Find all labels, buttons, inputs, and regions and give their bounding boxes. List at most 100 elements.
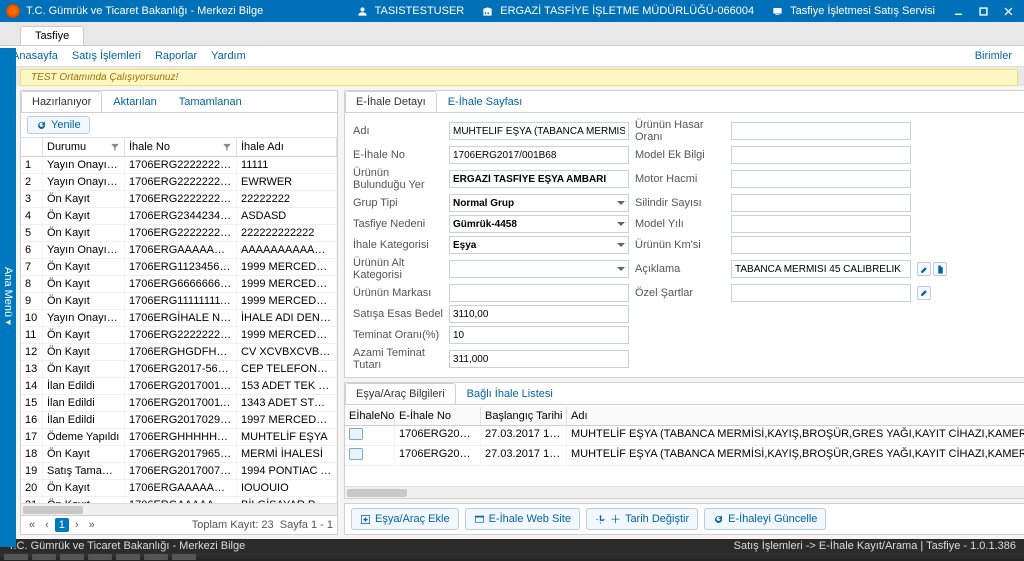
table-row[interactable]: 4Ön Kayıt1706ERG23442342330ASDASD (21, 208, 337, 225)
sub-table-row[interactable]: 1706ERG2017/001A6727.03.2017 16:30:55MUH… (345, 446, 1024, 466)
menu-satis-islemleri[interactable]: Satış İşlemleri (72, 50, 141, 62)
table-row[interactable]: 19Satış Tamamlandı1706ERG20170074B581994… (21, 463, 337, 480)
cell-adi: MUHTELİF EŞYA (TABANCA MERMİSİ,KAYIŞ,BRO… (567, 426, 1024, 445)
select-alt-kategori[interactable] (449, 260, 629, 278)
minimize-button[interactable] (949, 6, 968, 17)
maximize-button[interactable] (974, 6, 993, 17)
col-ihale-no[interactable]: İhale No (125, 138, 237, 156)
field-km[interactable] (731, 236, 911, 254)
table-row[interactable]: 14İlan Edildi1706ERG20170010A57153 ADET … (21, 378, 337, 395)
btn-esya-arac-ekle[interactable]: Eşya/Araç Ekle (351, 508, 459, 530)
tab-eihale-detayi[interactable]: E-İhale Detayı (345, 91, 437, 112)
menu-anasayfa[interactable]: Anasayfa (12, 50, 58, 62)
sub-col-adi[interactable]: Adı (567, 407, 1024, 425)
table-row[interactable]: 9Ön Kayıt1706ERG111111111371999 MERCEDES… (21, 293, 337, 310)
tab-eihale-sayfasi[interactable]: E-İhale Sayfası (437, 91, 534, 112)
edit-aciklama-button[interactable] (917, 262, 931, 276)
table-row[interactable]: 7Ön Kayıt1706ERG112345678271999 MERCEDES… (21, 259, 337, 276)
table-row[interactable]: 11Ön Kayıt1706ERG222222222471999 MERCEDE… (21, 327, 337, 344)
btn-tarih-degistir[interactable]: ＋ Tarih Değiştir (586, 508, 698, 530)
table-row[interactable]: 3Ön Kayıt1706ERG2222222223122222222 (21, 191, 337, 208)
field-marka[interactable] (449, 284, 629, 302)
cell-baslangic: 27.03.2017 17:41:13 (481, 426, 567, 445)
table-row[interactable]: 10Yayın Onayı Verilmedi1706ERGİHALE NUM3… (21, 310, 337, 327)
table-row[interactable]: 17Ödeme Yapıldı1706ERGHHHHHHHH53MUHTELİF… (21, 429, 337, 446)
cell-eihale-no: 1706ERG2017/001A67 (395, 446, 481, 465)
btn-eihale-web[interactable]: E-İhale Web Site (465, 508, 580, 530)
field-azami-teminat[interactable] (449, 350, 629, 368)
subtab-tamamlanan[interactable]: Tamamlanan (168, 91, 253, 112)
lbl-hasar: Ürünün Hasar Oranı (635, 119, 725, 143)
cell-icon[interactable] (345, 446, 395, 465)
table-row[interactable]: 20Ön Kayıt1706ERGAAAAAAAA63IOUOUIO (21, 480, 337, 497)
pager[interactable]: «‹1›» (25, 518, 99, 532)
os-taskbar[interactable] (0, 553, 1024, 561)
sub-h-scrollbar[interactable] (345, 486, 1024, 498)
table-row[interactable]: 1Yayın Onayı Bekliyor1706ERG222222222341… (21, 157, 337, 174)
table-row[interactable]: 6Yayın Onayı Bekliyor1706ERGAAAAAAAAA28A… (21, 242, 337, 259)
ihale-grid-body[interactable]: 1Yayın Onayı Bekliyor1706ERG222222222341… (21, 157, 337, 503)
cell-durumu: Yayın Onayı Verilmedi (43, 310, 125, 326)
field-satisa-esas[interactable] (449, 305, 629, 323)
user-chip[interactable]: TASISTESTUSER (353, 5, 473, 17)
field-motor-hacmi[interactable] (731, 170, 911, 188)
select-tasfiye-nedeni[interactable]: Gümrük-4458 (449, 215, 629, 233)
edit-ozel-sartlar-button[interactable] (917, 286, 931, 300)
cell-icon[interactable] (345, 426, 395, 445)
table-row[interactable]: 15İlan Edildi1706ERG20170011A561343 ADET… (21, 395, 337, 412)
field-silindir[interactable] (731, 194, 911, 212)
btn-eihale-guncelle[interactable]: E-İhaleyi Güncelle (704, 508, 826, 530)
table-row[interactable]: 12Ön Kayıt1706ERGHGDFHFGHH46CV XCVBXCVBX… (21, 344, 337, 361)
lbl-model-yili: Model Yılı (635, 218, 725, 230)
field-yer[interactable] (449, 170, 629, 188)
close-button[interactable] (999, 6, 1018, 17)
sub-grid-body[interactable]: 1706ERG2017/001B6827.03.2017 17:41:13MUH… (345, 426, 1024, 486)
sub-table-row[interactable]: 1706ERG2017/001B6827.03.2017 17:41:13MUH… (345, 426, 1024, 446)
field-adi[interactable] (449, 122, 629, 140)
table-row[interactable]: 18Ön Kayıt1706ERG2017965AA59MERMİ İHALES… (21, 446, 337, 463)
h-scrollbar[interactable] (21, 503, 337, 515)
org-chip[interactable]: ERGAZİ TASFİYE İŞLETME MÜDÜRLÜĞÜ-066004 (478, 5, 762, 17)
sub-col-eihale-no[interactable]: E-İhale No (395, 407, 481, 425)
refresh-button[interactable]: Yenile (27, 116, 90, 134)
cell-durumu: Ön Kayıt (43, 259, 125, 275)
filter-icon[interactable] (222, 142, 232, 152)
lbl-yer: Ürünün Bulunduğu Yer (353, 167, 443, 191)
subtab-hazirlaniyor[interactable]: Hazırlanıyor (21, 91, 102, 112)
left-rail-ana-menu[interactable]: Ana Menü ◂ (0, 48, 16, 547)
field-model-yili[interactable] (731, 215, 911, 233)
menu-yardim[interactable]: Yardım (211, 50, 246, 62)
field-model-ek[interactable] (731, 146, 911, 164)
tab-esya-arac[interactable]: Eşya/Araç Bilgileri (345, 383, 456, 404)
table-row[interactable]: 8Ön Kayıt1706ERG666666666421999 MERCEDES… (21, 276, 337, 293)
cell-durumu: Ön Kayıt (43, 344, 125, 360)
tab-bagli-ihale[interactable]: Bağlı İhale Listesi (456, 383, 564, 404)
table-row[interactable]: 13Ön Kayıt1706ERG2017-565443CEP TELEFONU… (21, 361, 337, 378)
field-hasar[interactable] (731, 122, 911, 140)
cell-ihale-no: 1706ERG66666666642 (125, 276, 237, 292)
col-ihale-adi[interactable]: İhale Adı (237, 138, 337, 156)
cell-index: 9 (21, 293, 43, 309)
subtab-aktarilan[interactable]: Aktarılan (102, 91, 167, 112)
field-teminat-orani[interactable] (449, 326, 629, 344)
field-eihale-no[interactable] (449, 146, 629, 164)
cell-index: 2 (21, 174, 43, 190)
doc-aciklama-button[interactable] (933, 262, 947, 276)
cell-durumu: Ön Kayıt (43, 276, 125, 292)
filter-icon[interactable] (110, 142, 120, 152)
select-ihale-kategorisi[interactable]: Eşya (449, 236, 629, 254)
sub-col-eihaleno[interactable]: EİhaleNo (345, 407, 395, 425)
select-grup-tipi[interactable]: Normal Grup (449, 194, 629, 212)
menu-birimler[interactable]: Birimler (975, 50, 1012, 62)
tab-tasfiye[interactable]: Tasfiye (20, 26, 84, 45)
menu-raporlar[interactable]: Raporlar (155, 50, 197, 62)
col-durumu[interactable]: Durumu (43, 138, 125, 156)
sub-col-baslangic[interactable]: Başlangıç Tarihi (481, 407, 567, 425)
field-aciklama[interactable] (731, 260, 911, 278)
field-ozel-sartlar[interactable] (731, 284, 911, 302)
left-rail-extra[interactable] (0, 395, 16, 421)
table-row[interactable]: 5Ön Kayıt1706ERG22222222229222222222222 (21, 225, 337, 242)
table-row[interactable]: 16İlan Edildi1706ERG20170294H551997 MERC… (21, 412, 337, 429)
service-chip[interactable]: Tasfiye İşletmesi Satış Servisi (768, 5, 943, 17)
table-row[interactable]: 2Yayın Onayı Bekliyor1706ERG22222222233E… (21, 174, 337, 191)
